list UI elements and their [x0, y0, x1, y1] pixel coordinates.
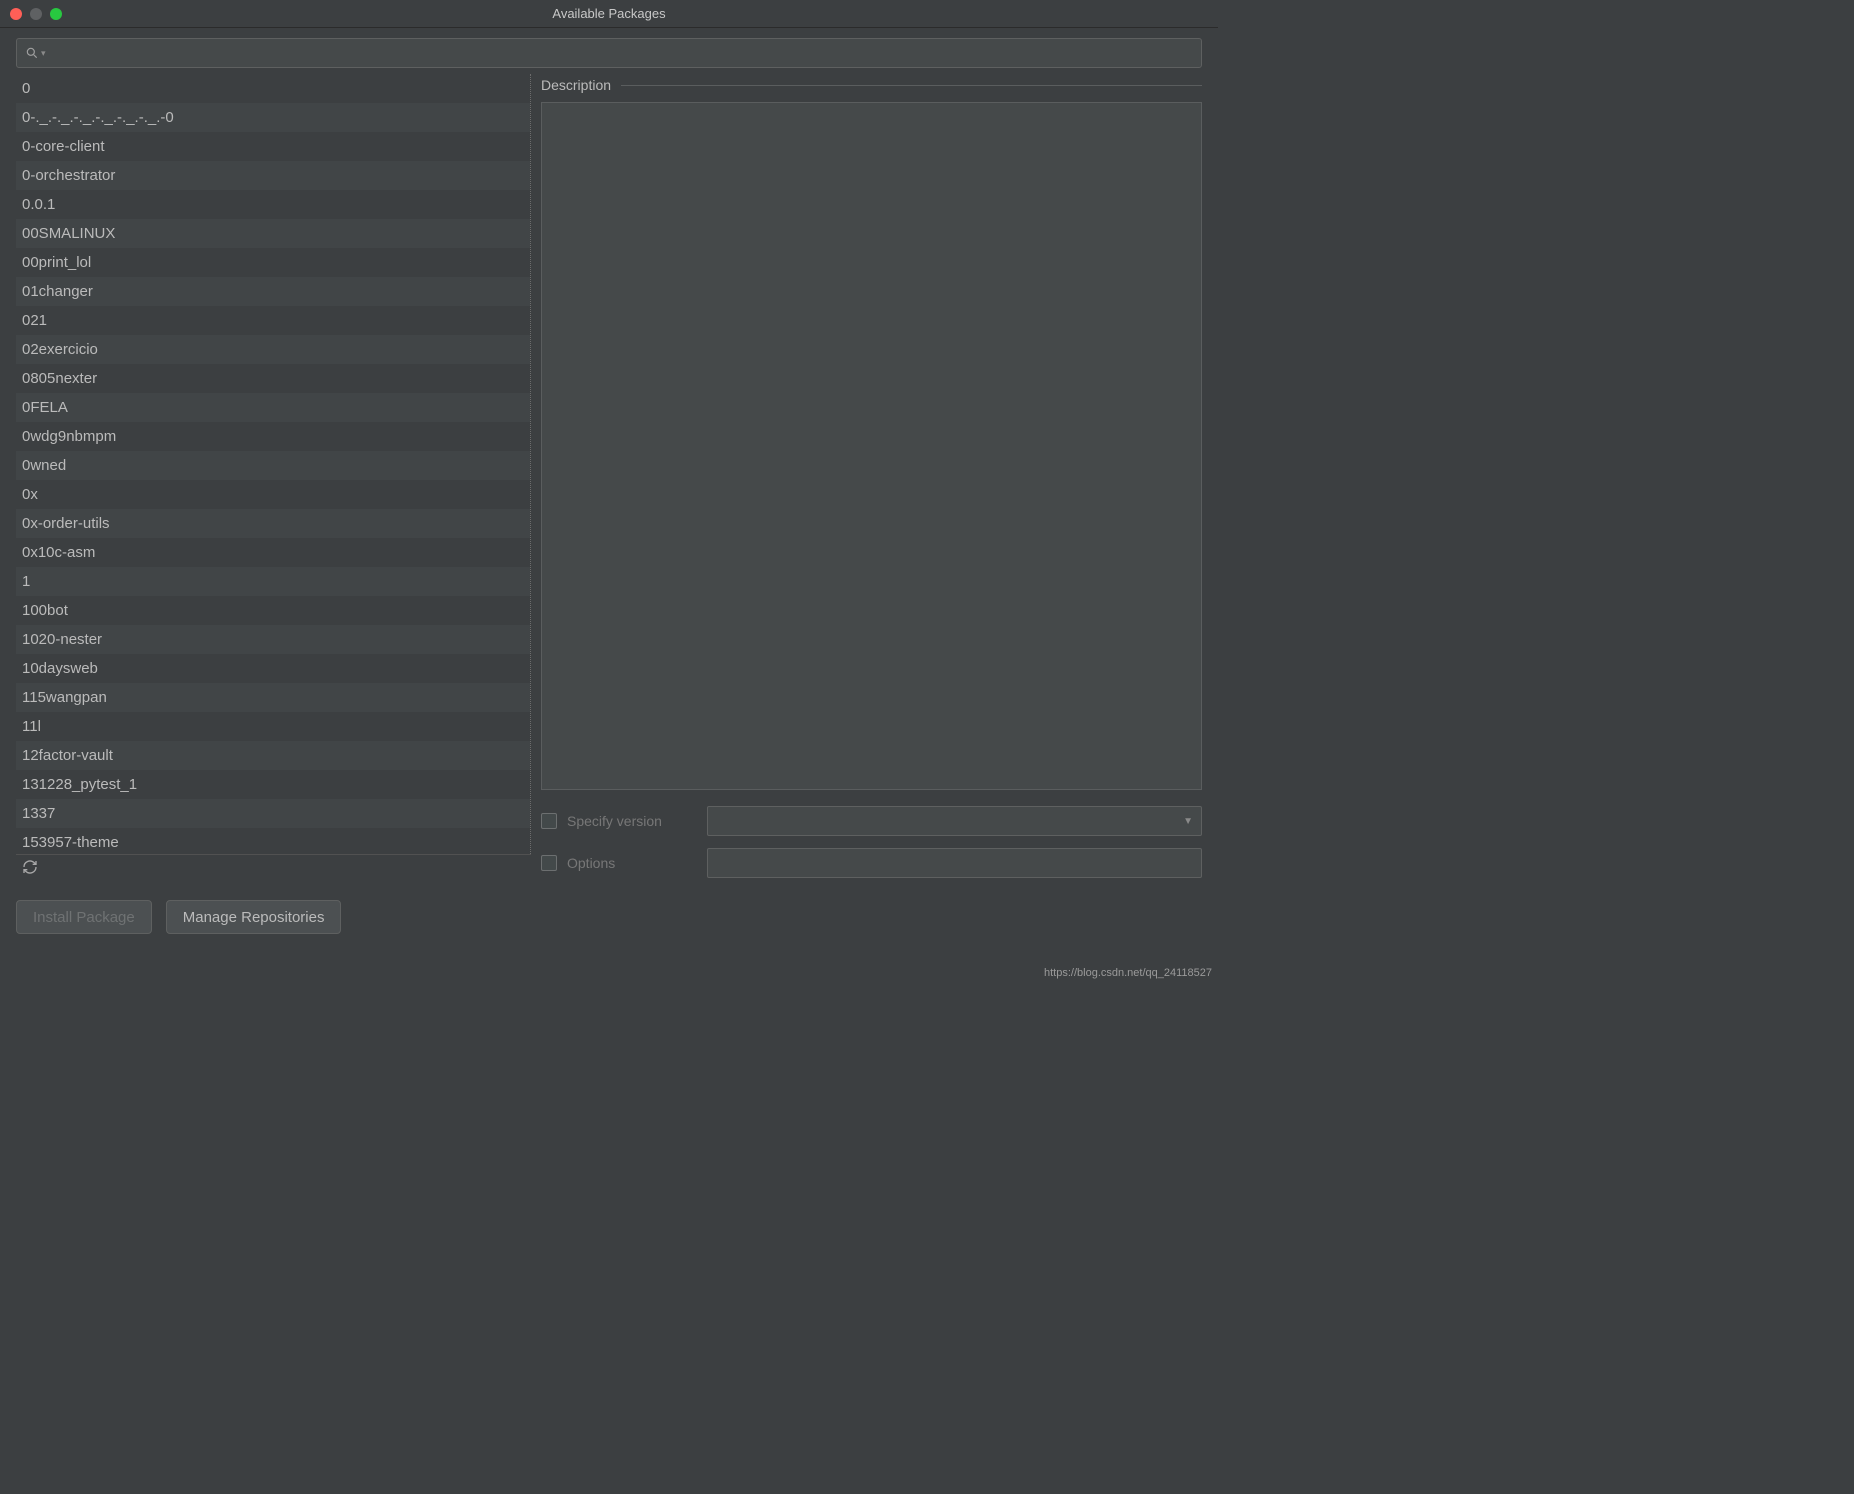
- package-list-item[interactable]: 1020-nester: [16, 625, 530, 654]
- options-row: Options: [541, 842, 1202, 884]
- package-list-item[interactable]: 0FELA: [16, 393, 530, 422]
- package-list-item[interactable]: 0805nexter: [16, 364, 530, 393]
- specify-version-row: Specify version ▼: [541, 800, 1202, 842]
- package-list-item[interactable]: 01changer: [16, 277, 530, 306]
- package-list-item[interactable]: 0wned: [16, 451, 530, 480]
- package-list-item[interactable]: 02exercicio: [16, 335, 530, 364]
- options-checkbox[interactable]: [541, 855, 557, 871]
- specify-version-checkbox[interactable]: [541, 813, 557, 829]
- package-list-item[interactable]: 100bot: [16, 596, 530, 625]
- left-column: 00-._.-._.-._.-._.-._.-._.-00-core-clien…: [16, 74, 531, 884]
- package-list-item[interactable]: 131228_pytest_1: [16, 770, 530, 799]
- package-list-item[interactable]: 153957-theme: [16, 828, 530, 854]
- install-package-button[interactable]: Install Package: [16, 900, 152, 934]
- version-dropdown[interactable]: ▼: [707, 806, 1202, 836]
- package-list-item[interactable]: 1337: [16, 799, 530, 828]
- maximize-window-button[interactable]: [50, 8, 62, 20]
- package-list-item[interactable]: 0-orchestrator: [16, 161, 530, 190]
- package-list-item[interactable]: 0x10c-asm: [16, 538, 530, 567]
- package-list-item[interactable]: 0wdg9nbmpm: [16, 422, 530, 451]
- package-list-item[interactable]: 0x: [16, 480, 530, 509]
- watermark-text: https://blog.csdn.net/qq_24118527: [1044, 967, 1212, 979]
- chevron-down-icon: ▼: [1183, 816, 1193, 827]
- package-list-item[interactable]: 11l: [16, 712, 530, 741]
- package-list[interactable]: 00-._.-._.-._.-._.-._.-._.-00-core-clien…: [16, 74, 531, 854]
- search-icon: [25, 46, 39, 60]
- minimize-window-button[interactable]: [30, 8, 42, 20]
- package-list-item[interactable]: 115wangpan: [16, 683, 530, 712]
- package-list-item[interactable]: 0-core-client: [16, 132, 530, 161]
- window-controls: [0, 8, 62, 20]
- footer: Install Package Manage Repositories: [0, 884, 1218, 950]
- main-content: 00-._.-._.-._.-._.-._.-._.-00-core-clien…: [0, 74, 1218, 884]
- package-list-item[interactable]: 0.0.1: [16, 190, 530, 219]
- close-window-button[interactable]: [10, 8, 22, 20]
- package-list-item[interactable]: 0x-order-utils: [16, 509, 530, 538]
- options-label: Options: [567, 855, 697, 871]
- package-list-item[interactable]: 12factor-vault: [16, 741, 530, 770]
- description-header: Description: [541, 74, 1202, 96]
- search-row: ▾: [0, 28, 1218, 74]
- description-label: Description: [541, 77, 621, 93]
- divider: [621, 85, 1202, 86]
- window-title: Available Packages: [552, 6, 665, 21]
- package-list-item[interactable]: 021: [16, 306, 530, 335]
- refresh-icon[interactable]: [22, 859, 38, 880]
- description-box: [541, 102, 1202, 790]
- package-list-item[interactable]: 10daysweb: [16, 654, 530, 683]
- package-list-item[interactable]: 00print_lol: [16, 248, 530, 277]
- package-list-item[interactable]: 0: [16, 74, 530, 103]
- options-input[interactable]: [707, 848, 1202, 878]
- search-input[interactable]: [46, 45, 1201, 61]
- right-column: Description Specify version ▼ Options: [541, 74, 1202, 884]
- package-list-item[interactable]: 00SMALINUX: [16, 219, 530, 248]
- package-list-item[interactable]: 0-._.-._.-._.-._.-._.-._.-0: [16, 103, 530, 132]
- specify-version-label: Specify version: [567, 813, 697, 829]
- search-box[interactable]: ▾: [16, 38, 1202, 68]
- refresh-bar: [16, 854, 531, 884]
- package-list-item[interactable]: 1: [16, 567, 530, 596]
- manage-repositories-button[interactable]: Manage Repositories: [166, 900, 342, 934]
- titlebar: Available Packages: [0, 0, 1218, 28]
